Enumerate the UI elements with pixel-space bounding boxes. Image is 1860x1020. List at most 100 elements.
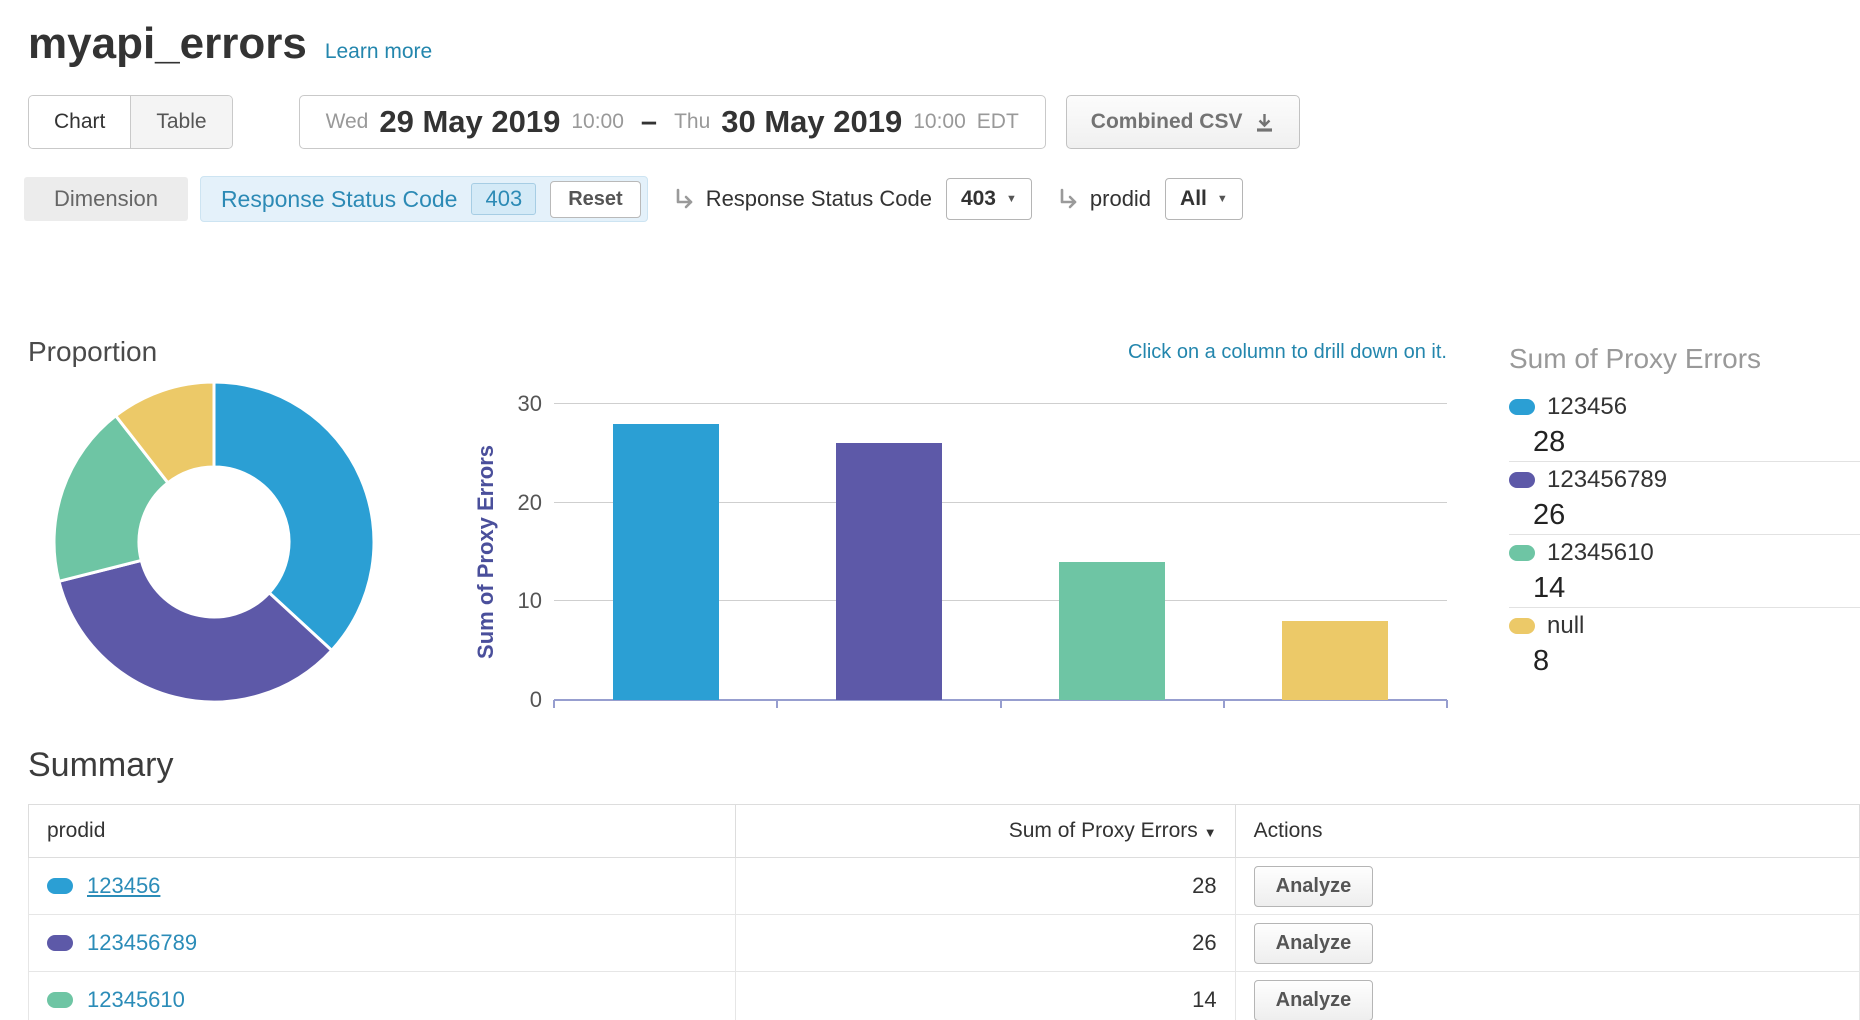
drilldown-hint[interactable]: Click on a column to drill down on it.: [468, 337, 1447, 364]
x-axis-tick: [553, 700, 555, 708]
learn-more-link[interactable]: Learn more: [325, 40, 432, 64]
legend-entries: 123456 28 123456789 26 12345610 14 null 8: [1509, 389, 1860, 680]
bar-123456[interactable]: [613, 424, 719, 700]
legend-swatch: [1509, 545, 1535, 561]
legend-value: 28: [1533, 425, 1860, 461]
bar-slot: [1001, 404, 1224, 700]
date-start-day: Wed: [326, 110, 369, 134]
legend-label: 123456789: [1547, 466, 1667, 494]
proportion-title: Proportion: [28, 337, 468, 367]
prodid-dropdown[interactable]: All ▼: [1165, 178, 1243, 220]
bar-123456789[interactable]: [836, 443, 942, 700]
legend-title: Sum of Proxy Errors: [1509, 342, 1860, 376]
proportion-donut-chart[interactable]: [28, 370, 428, 714]
reset-button[interactable]: Reset: [550, 181, 640, 218]
date-range-picker[interactable]: Wed 29 May 2019 10:00 – Thu 30 May 2019 …: [299, 95, 1046, 149]
x-axis-tick: [1000, 700, 1002, 708]
summary-title: Summary: [28, 745, 1860, 785]
column-header-actions: Actions: [1235, 805, 1859, 858]
y-tick-label: 10: [518, 588, 542, 614]
legend-entry: 12345610 14: [1509, 535, 1860, 608]
legend-value: 8: [1533, 644, 1860, 680]
csv-button-label: Combined CSV: [1091, 110, 1243, 134]
legend-value: 14: [1533, 571, 1860, 607]
legend-swatch: [1509, 472, 1535, 488]
caret-down-icon: ▼: [1006, 193, 1017, 205]
legend-swatch: [1509, 399, 1535, 415]
table-row: 12345610 14 Analyze: [29, 972, 1860, 1020]
bar-12345610[interactable]: [1059, 562, 1165, 700]
bar-null[interactable]: [1282, 621, 1388, 700]
date-start-date: 29 May 2019: [379, 104, 560, 140]
caret-down-icon: ▼: [1217, 193, 1228, 205]
legend-entry: null 8: [1509, 608, 1860, 680]
column-header-sum[interactable]: Sum of Proxy Errors▼: [735, 805, 1235, 858]
legend-entry: 123456 28: [1509, 389, 1860, 462]
row-value: 14: [735, 972, 1235, 1020]
prodid-link[interactable]: 123456: [87, 873, 160, 898]
page-title: myapi_errors: [28, 18, 307, 70]
date-end-time: 10:00: [913, 110, 966, 134]
filter-chip-value: 403: [471, 183, 536, 215]
donut-segment-123456[interactable]: [214, 382, 374, 650]
bar-slot: [554, 404, 777, 700]
row-value: 28: [735, 858, 1235, 915]
proportion-panel: Proportion: [28, 337, 468, 719]
date-timezone: EDT: [977, 110, 1019, 134]
legend-label: 123456: [1547, 393, 1627, 421]
analyze-button[interactable]: Analyze: [1254, 980, 1374, 1020]
legend-entry: 123456789 26: [1509, 462, 1860, 535]
sort-descending-icon[interactable]: ▼: [1204, 825, 1217, 840]
table-header-row: prodid Sum of Proxy Errors▼ Actions: [29, 805, 1860, 858]
analyze-button[interactable]: Analyze: [1254, 866, 1374, 907]
x-axis-tick: [776, 700, 778, 708]
drilldown-arrow-icon: [1056, 187, 1082, 213]
y-axis-ticks: 3020100: [504, 404, 554, 700]
bar-plot-area: [554, 404, 1447, 700]
y-tick-label: 20: [518, 490, 542, 516]
y-tick-label: 0: [530, 687, 542, 713]
tab-table[interactable]: Table: [131, 96, 231, 148]
analyze-button[interactable]: Analyze: [1254, 923, 1374, 964]
row-color-swatch: [47, 878, 73, 894]
date-range-separator: –: [641, 106, 657, 139]
view-toggle: Chart Table: [28, 95, 233, 149]
download-icon: [1254, 112, 1275, 133]
drilldown-label-prodid: prodid: [1090, 186, 1151, 212]
toolbar: Chart Table Wed 29 May 2019 10:00 – Thu …: [28, 95, 1860, 149]
date-end-date: 30 May 2019: [721, 104, 902, 140]
bar-slot: [1224, 404, 1447, 700]
drilldown-label-status-code: Response Status Code: [706, 186, 932, 212]
bars-container: [554, 404, 1447, 700]
y-tick-label: 30: [518, 391, 542, 417]
row-color-swatch: [47, 992, 73, 1008]
filter-chip-name: Response Status Code: [221, 186, 458, 213]
legend-label: null: [1547, 612, 1584, 640]
bar-chart-panel: Click on a column to drill down on it. S…: [468, 337, 1447, 719]
legend-label: 12345610: [1547, 539, 1654, 567]
table-row: 123456 28 Analyze: [29, 858, 1860, 915]
tab-chart[interactable]: Chart: [29, 96, 131, 148]
summary-table: prodid Sum of Proxy Errors▼ Actions 1234…: [28, 804, 1860, 1020]
table-row: 12345678926Analyze: [29, 915, 1860, 972]
legend-swatch: [1509, 618, 1535, 634]
filter-bar: Dimension Response Status Code 403 Reset…: [24, 176, 1860, 222]
date-end-day: Thu: [674, 110, 710, 134]
dimension-label: Dimension: [24, 177, 188, 221]
y-axis-label: Sum of Proxy Errors: [468, 404, 504, 700]
prodid-dropdown-value: All: [1180, 187, 1207, 211]
page-header: myapi_errors Learn more: [0, 0, 1860, 70]
drilldown-arrow-icon: [672, 187, 698, 213]
bar-slot: [777, 404, 1000, 700]
charts-section: Proportion Click on a column to drill do…: [28, 337, 1860, 719]
active-filter-chip: Response Status Code 403 Reset: [200, 176, 648, 222]
combined-csv-button[interactable]: Combined CSV: [1066, 95, 1301, 149]
date-start-time: 10:00: [571, 110, 624, 134]
legend-value: 26: [1533, 498, 1860, 534]
prodid-link[interactable]: 12345610: [87, 987, 185, 1012]
status-code-dropdown[interactable]: 403 ▼: [946, 178, 1032, 220]
x-axis-tick: [1446, 700, 1448, 708]
row-color-swatch: [47, 935, 73, 951]
prodid-link[interactable]: 123456789: [87, 930, 197, 955]
column-header-prodid[interactable]: prodid: [29, 805, 736, 858]
